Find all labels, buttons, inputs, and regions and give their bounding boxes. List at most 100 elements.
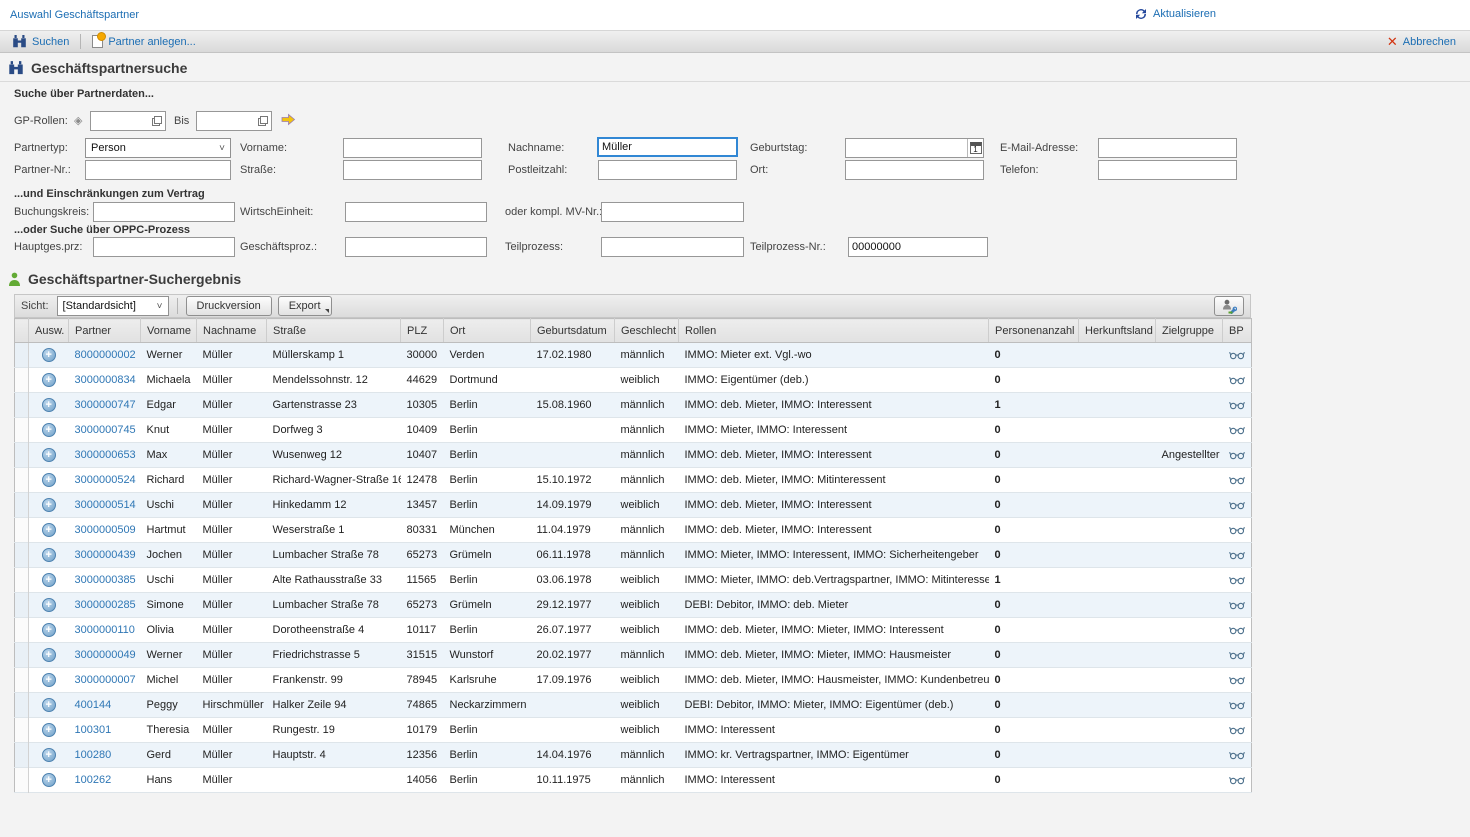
partner-link[interactable]: 3000000509 bbox=[75, 524, 136, 536]
display-bp-icon[interactable] bbox=[1229, 349, 1245, 361]
display-bp-icon[interactable] bbox=[1229, 449, 1245, 461]
column-header-vorname[interactable]: Vorname bbox=[141, 319, 197, 343]
partner-link[interactable]: 100301 bbox=[75, 724, 112, 736]
partner-link[interactable]: 3000000285 bbox=[75, 599, 136, 611]
expand-row-icon[interactable]: + bbox=[42, 348, 56, 362]
column-header-selector[interactable] bbox=[15, 319, 29, 343]
expand-row-icon[interactable]: + bbox=[42, 623, 56, 637]
display-bp-icon[interactable] bbox=[1229, 424, 1245, 436]
row-selector[interactable] bbox=[15, 743, 29, 768]
row-selector[interactable] bbox=[15, 618, 29, 643]
cancel-button[interactable]: ✕ Abbrechen bbox=[1387, 35, 1462, 48]
geburtstag-input[interactable] bbox=[846, 142, 967, 154]
row-selector[interactable] bbox=[15, 418, 29, 443]
column-header-geschlecht[interactable]: Geschlecht bbox=[615, 319, 679, 343]
partnertyp-select[interactable]: Person ˅ bbox=[85, 138, 231, 158]
column-header-bp[interactable]: BP bbox=[1223, 319, 1252, 343]
calendar-icon[interactable] bbox=[967, 139, 983, 157]
row-selector[interactable] bbox=[15, 393, 29, 418]
display-bp-icon[interactable] bbox=[1229, 599, 1245, 611]
row-selector[interactable] bbox=[15, 343, 29, 368]
plz-input[interactable] bbox=[599, 164, 736, 176]
nachname-input[interactable] bbox=[599, 141, 736, 153]
column-header-stra-e[interactable]: Straße bbox=[267, 319, 401, 343]
column-header-personenanzahl[interactable]: Personenanzahl bbox=[989, 319, 1079, 343]
druckversion-button[interactable]: Druckversion bbox=[186, 296, 272, 316]
value-help-icon[interactable] bbox=[149, 112, 165, 130]
hauptges-input[interactable] bbox=[94, 241, 234, 253]
gp-rollen-from-input[interactable] bbox=[91, 115, 149, 127]
column-header-herkunftsland[interactable]: Herkunftsland bbox=[1079, 319, 1156, 343]
expand-row-icon[interactable]: + bbox=[42, 373, 56, 387]
expand-row-icon[interactable]: + bbox=[42, 448, 56, 462]
partner-link[interactable]: 3000000049 bbox=[75, 649, 136, 661]
display-bp-icon[interactable] bbox=[1229, 674, 1245, 686]
row-selector[interactable] bbox=[15, 518, 29, 543]
display-bp-icon[interactable] bbox=[1229, 549, 1245, 561]
expand-row-icon[interactable]: + bbox=[42, 698, 56, 712]
partner-link[interactable]: 3000000653 bbox=[75, 449, 136, 461]
column-header-ort[interactable]: Ort bbox=[444, 319, 531, 343]
geschaeftsproz-input[interactable] bbox=[346, 241, 486, 253]
personalize-button[interactable] bbox=[1214, 296, 1244, 316]
partner-link[interactable]: 3000000745 bbox=[75, 424, 136, 436]
create-partner-button[interactable]: Partner anlegen... bbox=[88, 35, 199, 48]
row-selector[interactable] bbox=[15, 443, 29, 468]
expand-row-icon[interactable]: + bbox=[42, 398, 56, 412]
vorname-input[interactable] bbox=[344, 142, 481, 154]
partner-link[interactable]: 100262 bbox=[75, 774, 112, 786]
expand-row-icon[interactable]: + bbox=[42, 748, 56, 762]
row-selector[interactable] bbox=[15, 768, 29, 793]
column-header-zielgruppe[interactable]: Zielgruppe bbox=[1156, 319, 1223, 343]
partnernr-input[interactable] bbox=[86, 164, 230, 176]
display-bp-icon[interactable] bbox=[1229, 699, 1245, 711]
sicht-select[interactable]: [Standardsicht] ˅ bbox=[57, 296, 169, 316]
wirtscheinheit-input[interactable] bbox=[346, 206, 486, 218]
display-bp-icon[interactable] bbox=[1229, 749, 1245, 761]
row-selector[interactable] bbox=[15, 718, 29, 743]
partner-link[interactable]: 3000000747 bbox=[75, 399, 136, 411]
export-button[interactable]: Export bbox=[278, 296, 332, 316]
column-header-partner[interactable]: Partner bbox=[69, 319, 141, 343]
expand-row-icon[interactable]: + bbox=[42, 498, 56, 512]
gp-rollen-to-input[interactable] bbox=[197, 115, 255, 127]
row-selector[interactable] bbox=[15, 568, 29, 593]
teilprozessnr-input[interactable] bbox=[849, 241, 987, 253]
row-selector[interactable] bbox=[15, 668, 29, 693]
strasse-input[interactable] bbox=[344, 164, 481, 176]
expand-row-icon[interactable]: + bbox=[42, 473, 56, 487]
partner-link[interactable]: 100280 bbox=[75, 749, 112, 761]
expand-row-icon[interactable]: + bbox=[42, 723, 56, 737]
display-bp-icon[interactable] bbox=[1229, 774, 1245, 786]
column-header-ausw-[interactable]: Ausw. bbox=[29, 319, 69, 343]
ort-input[interactable] bbox=[846, 164, 983, 176]
column-header-plz[interactable]: PLZ bbox=[401, 319, 444, 343]
expand-row-icon[interactable]: + bbox=[42, 773, 56, 787]
partner-link[interactable]: 3000000524 bbox=[75, 474, 136, 486]
partner-link[interactable]: 3000000834 bbox=[75, 374, 136, 386]
display-bp-icon[interactable] bbox=[1229, 399, 1245, 411]
column-header-rollen[interactable]: Rollen bbox=[679, 319, 989, 343]
column-header-geburtsdatum[interactable]: Geburtsdatum bbox=[531, 319, 615, 343]
display-bp-icon[interactable] bbox=[1229, 574, 1245, 586]
row-selector[interactable] bbox=[15, 368, 29, 393]
expand-row-icon[interactable]: + bbox=[42, 523, 56, 537]
breadcrumb-link[interactable]: Auswahl Geschäftspartner bbox=[10, 9, 139, 21]
display-bp-icon[interactable] bbox=[1229, 374, 1245, 386]
column-header-nachname[interactable]: Nachname bbox=[197, 319, 267, 343]
expand-row-icon[interactable]: + bbox=[42, 573, 56, 587]
partner-link[interactable]: 400144 bbox=[75, 699, 112, 711]
expand-row-icon[interactable]: + bbox=[42, 423, 56, 437]
expand-row-icon[interactable]: + bbox=[42, 548, 56, 562]
row-selector[interactable] bbox=[15, 493, 29, 518]
expand-row-icon[interactable]: + bbox=[42, 598, 56, 612]
buchungskreis-input[interactable] bbox=[94, 206, 234, 218]
display-bp-icon[interactable] bbox=[1229, 524, 1245, 536]
teilprozess-input[interactable] bbox=[602, 241, 743, 253]
mvnr-input[interactable] bbox=[602, 206, 743, 218]
display-bp-icon[interactable] bbox=[1229, 649, 1245, 661]
display-bp-icon[interactable] bbox=[1229, 474, 1245, 486]
telefon-input[interactable] bbox=[1099, 164, 1236, 176]
expand-row-icon[interactable]: + bbox=[42, 648, 56, 662]
email-input[interactable] bbox=[1099, 142, 1236, 154]
